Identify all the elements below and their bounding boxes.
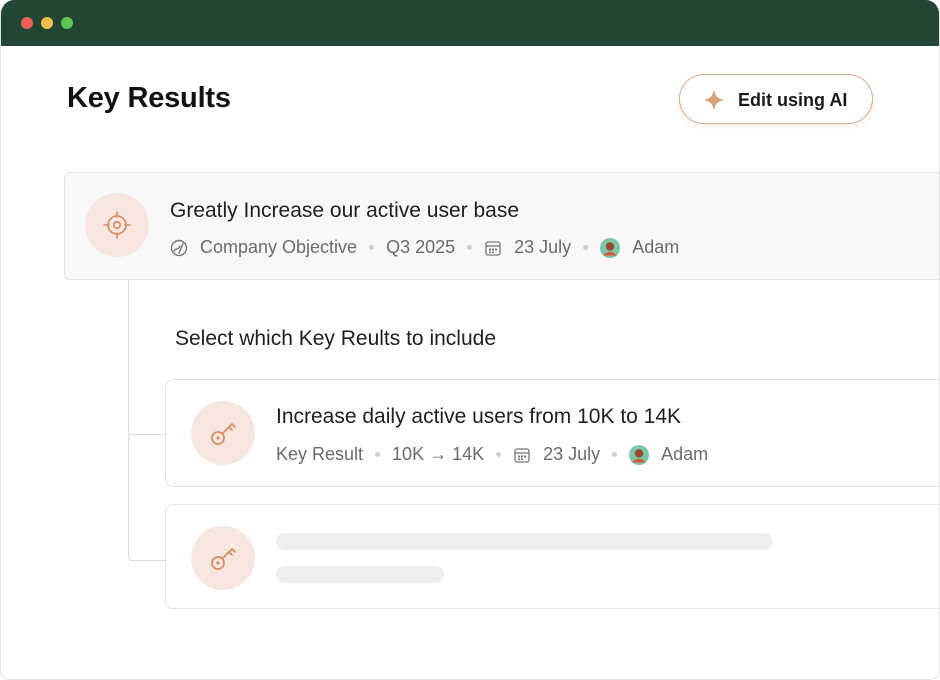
app-window: Key Results Edit using AI Greatly Increa… xyxy=(0,0,940,680)
key-result-icon-badge xyxy=(191,526,255,590)
key-result-title: Increase daily active users from 10K to … xyxy=(276,405,682,428)
key-icon xyxy=(211,548,236,570)
objective-owner: Adam xyxy=(632,237,680,257)
tree-connector xyxy=(128,280,166,435)
meta-separator xyxy=(583,245,589,250)
maximize-window-button[interactable] xyxy=(61,17,73,29)
objective-type: Company Objective xyxy=(200,237,358,257)
calendar-icon xyxy=(485,240,501,256)
objective-period: Q3 2025 xyxy=(386,237,456,257)
meta-separator xyxy=(496,452,502,457)
key-result-icon-badge xyxy=(191,401,255,465)
owner-avatar xyxy=(600,237,621,258)
key-result-meta: Key Result 10K → 14K 23 July Adam xyxy=(276,444,708,465)
tree-connector xyxy=(128,434,166,561)
section-label: Select which Key Reults to include xyxy=(175,327,496,350)
objective-title: Greatly Increase our active user base xyxy=(170,199,520,222)
edit-using-ai-button[interactable]: Edit using AI xyxy=(679,74,873,124)
key-result-range: 10K → 14K xyxy=(392,444,485,464)
window-titlebar xyxy=(1,0,939,46)
meta-separator xyxy=(375,452,381,457)
key-result-type: Key Result xyxy=(276,444,364,464)
edit-using-ai-label: Edit using AI xyxy=(738,90,848,110)
meta-separator xyxy=(369,245,375,250)
objective-date: 23 July xyxy=(514,237,572,257)
calendar-icon xyxy=(514,447,530,463)
key-result-date: 23 July xyxy=(543,444,601,464)
objective-meta: Company Objective Q3 2025 23 July Adam xyxy=(170,237,679,258)
key-result-loading-card xyxy=(165,504,939,609)
objective-icon-badge xyxy=(85,193,149,257)
close-window-button[interactable] xyxy=(21,17,33,29)
objective-card[interactable]: Greatly Increase our active user base Co… xyxy=(64,172,939,280)
key-result-card[interactable]: Increase daily active users from 10K to … xyxy=(165,379,939,487)
objective-type-icon xyxy=(170,239,188,256)
skeleton-meta-bar xyxy=(276,566,444,583)
sparkle-icon xyxy=(703,89,725,111)
meta-separator xyxy=(467,245,473,250)
key-icon xyxy=(211,423,236,445)
owner-avatar xyxy=(629,444,650,465)
meta-separator xyxy=(612,452,618,457)
page-title: Key Results xyxy=(67,82,231,114)
minimize-window-button[interactable] xyxy=(41,17,53,29)
target-icon xyxy=(103,211,131,239)
key-result-owner: Adam xyxy=(661,444,709,464)
skeleton-title-bar xyxy=(276,533,773,550)
